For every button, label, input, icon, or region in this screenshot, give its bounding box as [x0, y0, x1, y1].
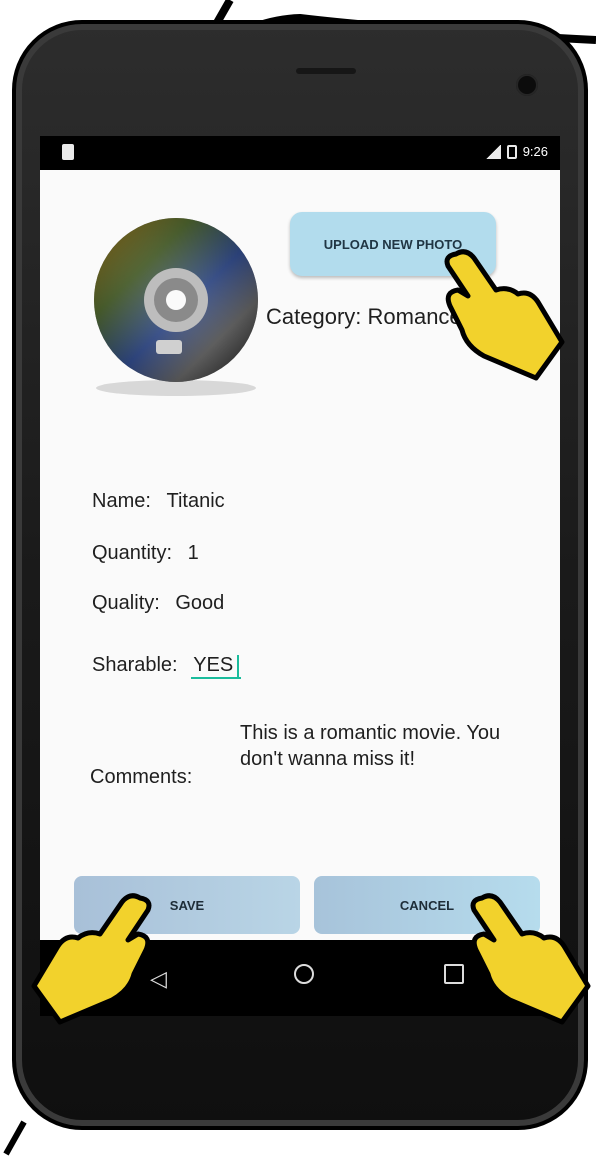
speaker-grille	[296, 68, 356, 74]
status-time: 9:26	[522, 144, 548, 159]
dvd-disc-image	[94, 218, 258, 396]
pointer-hand-icon	[444, 249, 565, 381]
quantity-label: Quantity:	[92, 542, 173, 564]
name-row: Name: Titanic	[92, 490, 225, 513]
category-label: Category:	[266, 304, 362, 329]
quantity-row: Quantity: 1	[92, 542, 199, 565]
pointer-hand-cancel-icon	[470, 893, 591, 1025]
home-icon[interactable]	[294, 964, 314, 984]
sharable-row: Sharable: YES	[92, 654, 242, 679]
comments-value[interactable]: This is a romantic movie. You don't wann…	[240, 720, 510, 772]
name-value[interactable]: Titanic	[166, 490, 224, 512]
sharable-label: Sharable:	[92, 654, 178, 676]
status-right: 9:26	[484, 144, 548, 159]
quality-value[interactable]: Good	[175, 592, 224, 614]
text-caret	[237, 654, 240, 677]
status-bar: 9:26	[40, 136, 560, 170]
quality-row: Quality: Good	[92, 592, 224, 615]
sharable-input[interactable]: YES	[191, 654, 242, 679]
name-label: Name:	[92, 490, 151, 512]
battery-icon	[506, 144, 517, 159]
comments-label: Comments:	[90, 766, 193, 788]
corner-mark	[3, 1120, 27, 1156]
sharable-value: YES	[193, 654, 234, 676]
quantity-value[interactable]: 1	[188, 542, 199, 564]
pointer-hand-save-icon	[31, 893, 152, 1025]
front-camera	[516, 74, 538, 96]
sim-icon	[62, 144, 74, 160]
quality-label: Quality:	[92, 592, 160, 614]
signal-icon	[484, 144, 501, 159]
